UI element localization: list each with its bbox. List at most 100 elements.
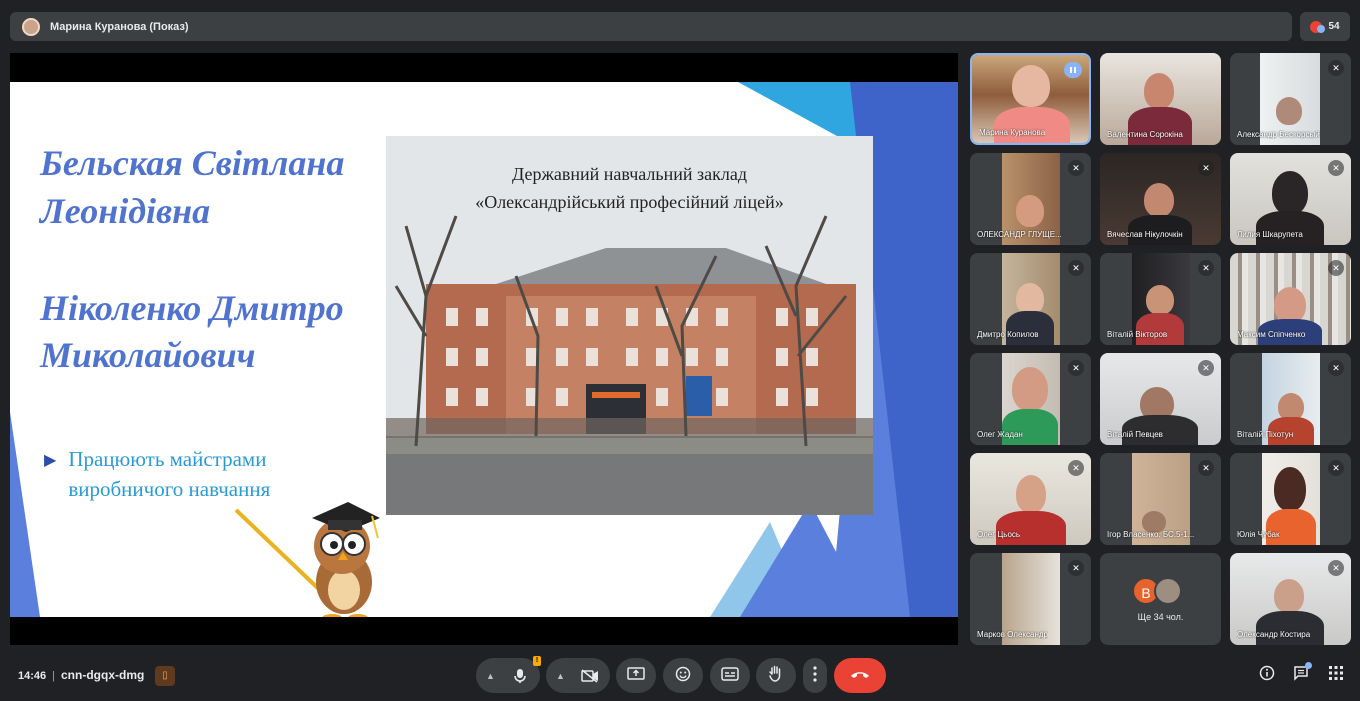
muted-mic-icon: ✕ [1328,360,1344,376]
teacher2-second-line: Миколайович [40,335,256,375]
person-body [1002,409,1058,445]
mic-icon [504,660,535,691]
present-icon [627,667,645,684]
person-body [1136,313,1184,345]
participant-tile[interactable]: ✕ Максим Спіпченко [1230,253,1351,345]
participants-button[interactable]: 54 [1300,12,1350,41]
muted-mic-icon: ✕ [1068,560,1084,576]
host-controls-icon[interactable]: ▯ [155,666,175,686]
muted-mic-icon: ✕ [1068,460,1084,476]
info-button[interactable] [1256,665,1278,687]
participant-tile[interactable]: Марина Куранова [970,53,1091,145]
person-head [1144,73,1174,109]
bullet-arrow-icon: ▶ [44,452,57,469]
person-head [1274,467,1306,511]
person-head [1016,475,1046,513]
participant-name: Лилия Шкарупета [1237,230,1303,239]
meeting-code[interactable]: cnn-dgqx-dmg [61,668,144,682]
more-avatars: В [1132,577,1182,605]
chat-icon [1293,666,1309,685]
participant-tile[interactable]: ✕ Дмитро Копилов [970,253,1091,345]
reactions-button[interactable] [663,658,703,693]
participant-tile[interactable]: ✕ Марков Олександр [970,553,1091,645]
muted-mic-icon: ✕ [1328,260,1344,276]
person-body [1256,211,1324,245]
person-head [1274,579,1304,613]
presentation-slide: Бельская Світлана Леонідівна Ніколенко Д… [10,82,958,617]
end-call-button[interactable] [834,658,886,693]
more-options-icon [813,666,817,685]
muted-mic-icon: ✕ [1198,160,1214,176]
participant-name: Олег Жадан [977,430,1023,439]
person-head [1146,285,1174,315]
more-participants-tile[interactable]: В Ще 34 чол. [1100,553,1221,645]
participant-name: Олександр Костира [1237,630,1311,639]
participant-tile[interactable]: ✕ Лилия Шкарупета [1230,153,1351,245]
presenter-avatar [22,17,40,36]
end-call-icon [850,667,870,685]
participant-name: ОЛЕКСАНДР ГЛУЩЕ... [977,230,1062,239]
participant-tile[interactable]: ✕ ОЛЕКСАНДР ГЛУЩЕ... [970,153,1091,245]
participant-name: Віталій Вікторов [1107,330,1168,339]
person-body [994,107,1070,143]
person-body [996,511,1066,545]
muted-mic-icon: ✕ [1068,260,1084,276]
mic-button[interactable]: ▲ [476,658,540,693]
participant-tile[interactable]: ✕ Александр Бескорсый [1230,53,1351,145]
person-head [1274,287,1306,323]
person-body [1256,611,1324,645]
teacher1-second-line: Леонідівна [40,191,211,231]
photo-caption-line1: Державний навчальний заклад [511,164,747,184]
teacher1-first-line: Бельская Світлана [40,143,345,183]
person-head [1012,367,1048,411]
participant-tile[interactable]: Валентина Сорокіна [1100,53,1221,145]
presenter-bar[interactable]: Марина Куранова (Показ) [10,12,1292,41]
info-icon [1259,665,1275,685]
participant-tile[interactable]: ✕ Віталій Певцев [1100,353,1221,445]
raise-hand-icon [768,665,784,686]
participant-name: Марина Куранова [979,128,1046,137]
muted-mic-icon: ✕ [1068,160,1084,176]
muted-mic-icon: ✕ [1068,360,1084,376]
school-building-photo: Державний навчальний заклад «Олександрій… [386,136,873,515]
participant-name: Юлія Чубак [1237,530,1280,539]
participant-tile[interactable]: ✕ Віталій Вікторов [1100,253,1221,345]
participant-tile[interactable]: ✕ Олег Жадан [970,353,1091,445]
participant-tile[interactable]: ✕ Ігор Власенко. БС.5-1... [1100,453,1221,545]
person-head [1144,183,1174,217]
muted-mic-icon: ✕ [1328,160,1344,176]
activities-button[interactable] [1325,665,1347,687]
teacher2-first-line: Ніколенко Дмитро [40,288,344,328]
raise-hand-button[interactable] [756,658,796,693]
participant-name: Ігор Власенко. БС.5-1... [1107,530,1195,539]
participant-tile[interactable]: ✕ Віталій Піхотун [1230,353,1351,445]
participant-tile[interactable]: ✕ Вячеслав Нікулочкін [1100,153,1221,245]
person-head [1016,195,1044,227]
participants-icon [1310,20,1326,33]
participant-name: Вячеслав Нікулочкін [1107,230,1183,239]
captions-button[interactable] [710,658,750,693]
participant-count: 54 [1328,21,1340,32]
participant-name: Віталій Певцев [1107,430,1163,439]
present-button[interactable] [616,658,656,693]
person-head [1272,171,1308,215]
owl-teacher-icon [234,502,380,617]
more-options-button[interactable] [803,658,827,693]
warning-icon: ! [533,656,541,666]
muted-mic-icon: ✕ [1198,260,1214,276]
participant-tile[interactable]: ✕ Олександр Костира [1230,553,1351,645]
chevron-up-icon[interactable]: ▲ [556,671,565,681]
muted-mic-icon: ✕ [1198,460,1214,476]
muted-mic-icon: ✕ [1328,560,1344,576]
chat-notification-dot [1305,662,1312,669]
chevron-up-icon[interactable]: ▲ [486,671,495,681]
muted-mic-icon: ✕ [1328,460,1344,476]
meeting-time: 14:46 [18,670,47,682]
person-body [1006,311,1054,345]
camera-button[interactable]: ▲ [546,658,610,693]
captions-icon [721,667,739,684]
participant-tile[interactable]: ✕ Юлія Чубак [1230,453,1351,545]
participant-name: Дмитро Копилов [977,330,1039,339]
participant-tile[interactable]: ✕ Олег Цьось [970,453,1091,545]
participant-name: Александр Бескорсый [1237,130,1320,139]
